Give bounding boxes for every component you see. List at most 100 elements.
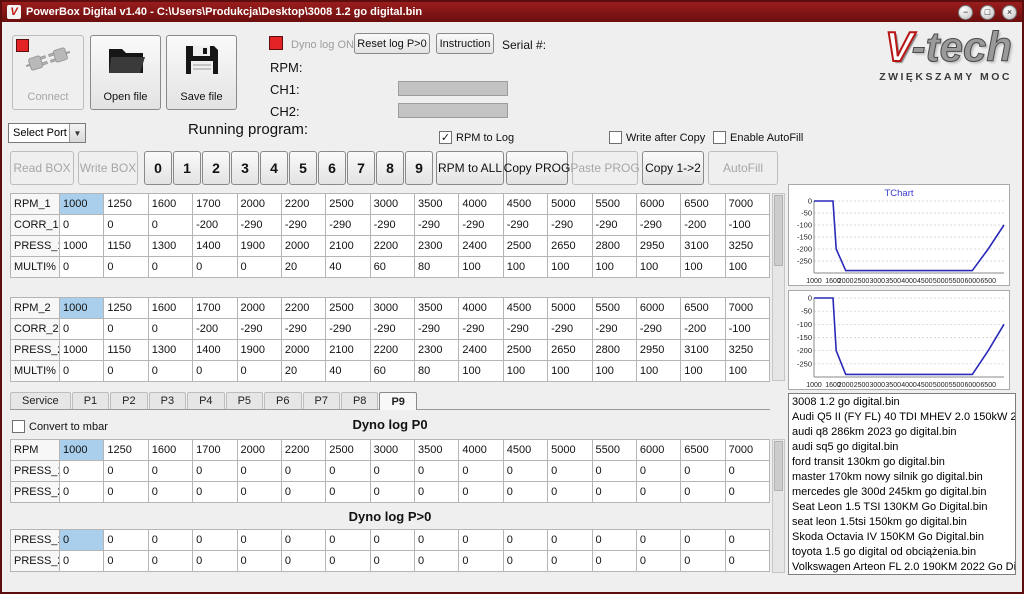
digit-9-button[interactable]: 9 [405, 151, 433, 185]
table-cell[interactable]: 0 [104, 461, 148, 482]
table-cell[interactable]: 0 [636, 461, 680, 482]
table-cell[interactable]: 2000 [281, 236, 325, 257]
digit-1-button[interactable]: 1 [173, 151, 201, 185]
table-cell[interactable]: 0 [148, 361, 192, 382]
table-cell[interactable]: 0 [60, 461, 104, 482]
table-cell[interactable]: 2800 [592, 236, 636, 257]
reset-log-button[interactable]: Reset log P>0 [354, 33, 430, 54]
table-cell[interactable]: 0 [592, 530, 636, 551]
table-cell[interactable]: 0 [415, 482, 459, 503]
table-cell[interactable]: 0 [370, 530, 414, 551]
tab-p3[interactable]: P3 [149, 392, 186, 409]
tables-scrollbar[interactable] [772, 193, 785, 381]
table-cell[interactable]: 0 [60, 551, 104, 572]
open-file-button[interactable]: Open file [90, 35, 161, 110]
table-cell[interactable]: 0 [193, 530, 237, 551]
table-cell[interactable]: 2000 [237, 194, 281, 215]
table-cell[interactable]: 2500 [326, 298, 370, 319]
table-cell[interactable]: 2800 [592, 340, 636, 361]
table-cell[interactable]: 4500 [503, 440, 547, 461]
table-cell[interactable]: 0 [725, 461, 769, 482]
table-cell[interactable]: 0 [503, 551, 547, 572]
table-cell[interactable]: 0 [104, 482, 148, 503]
table-cell[interactable]: 100 [548, 257, 592, 278]
table-cell[interactable]: 7000 [725, 298, 769, 319]
copy-1-to-2-button[interactable]: Copy 1->2 [642, 151, 704, 185]
table-cell[interactable]: 0 [237, 482, 281, 503]
file-list-item[interactable]: toyota 1.5 go digital od obciążenia.bin [789, 545, 1015, 560]
tab-p7[interactable]: P7 [303, 392, 340, 409]
table-cell[interactable]: 6500 [681, 298, 725, 319]
table-cell[interactable]: -290 [636, 319, 680, 340]
file-list-item[interactable]: Seat Leon 1.5 TSI 130KM Go Digital.bin [789, 500, 1015, 515]
table-cell[interactable]: 1250 [104, 298, 148, 319]
table-cell[interactable]: -290 [459, 215, 503, 236]
table-cell[interactable]: 0 [725, 530, 769, 551]
table-cell[interactable]: 3000 [370, 298, 414, 319]
table-cell[interactable]: 0 [104, 551, 148, 572]
table-cell[interactable]: 1700 [193, 440, 237, 461]
table-cell[interactable]: 0 [104, 530, 148, 551]
table-cell[interactable]: 0 [193, 551, 237, 572]
table-cell[interactable]: 2500 [503, 236, 547, 257]
table-cell[interactable]: 2650 [548, 340, 592, 361]
table-cell[interactable]: 3500 [415, 194, 459, 215]
table-cell[interactable]: 60 [370, 257, 414, 278]
table-cell[interactable]: 2300 [415, 340, 459, 361]
tab-p1[interactable]: P1 [72, 392, 109, 409]
table-cell[interactable]: 0 [415, 530, 459, 551]
table-cell[interactable]: 1300 [148, 236, 192, 257]
table-cell[interactable]: -100 [725, 215, 769, 236]
table-cell[interactable]: 0 [148, 319, 192, 340]
save-file-button[interactable]: Save file [166, 35, 237, 110]
table-cell[interactable]: -290 [503, 319, 547, 340]
table-cell[interactable]: 0 [281, 482, 325, 503]
tab-p9[interactable]: P9 [379, 392, 416, 410]
table-cell[interactable]: 0 [725, 482, 769, 503]
table-cell[interactable]: 0 [104, 257, 148, 278]
file-list-item[interactable]: master 170km nowy silnik go digital.bin [789, 470, 1015, 485]
table-cell[interactable]: 4500 [503, 194, 547, 215]
table-cell[interactable]: 100 [725, 257, 769, 278]
table-cell[interactable]: 3500 [415, 440, 459, 461]
file-list-item[interactable]: Volkswagen Arteon FL 2.0 190KM 2022 Go D… [789, 560, 1015, 575]
table-cell[interactable]: 0 [503, 530, 547, 551]
table-cell[interactable]: 0 [104, 319, 148, 340]
file-list-item[interactable]: 3008 1.2 go digital.bin [789, 395, 1015, 410]
table-cell[interactable]: 2950 [636, 236, 680, 257]
table-cell[interactable]: 0 [193, 482, 237, 503]
table-cell[interactable]: 0 [148, 551, 192, 572]
table-cell[interactable]: -290 [326, 215, 370, 236]
write-after-copy-checkbox[interactable]: Write after Copy [609, 131, 705, 144]
table-cell[interactable]: 1000 [60, 236, 104, 257]
table-cell[interactable]: 100 [459, 361, 503, 382]
table-cell[interactable]: 5000 [548, 440, 592, 461]
table-cell[interactable]: -290 [592, 215, 636, 236]
table-cell[interactable]: 100 [592, 361, 636, 382]
table-cell[interactable]: 2200 [370, 340, 414, 361]
digit-4-button[interactable]: 4 [260, 151, 288, 185]
table-cell[interactable]: 1150 [104, 340, 148, 361]
table-cell[interactable]: 1000 [60, 440, 104, 461]
table-cell[interactable]: 3500 [415, 298, 459, 319]
table-cell[interactable]: 100 [548, 361, 592, 382]
table-cell[interactable]: 0 [193, 361, 237, 382]
instruction-button[interactable]: Instruction [436, 33, 494, 54]
table-cell[interactable]: 0 [60, 319, 104, 340]
table-cell[interactable]: -290 [548, 215, 592, 236]
file-list-item[interactable]: audi sq5 go digital.bin [789, 440, 1015, 455]
table-cell[interactable]: -200 [193, 215, 237, 236]
table-cell[interactable]: 2400 [459, 340, 503, 361]
table-cell[interactable]: 0 [370, 482, 414, 503]
table-cell[interactable]: -290 [415, 319, 459, 340]
table-cell[interactable]: 7000 [725, 440, 769, 461]
table-cell[interactable]: 1150 [104, 236, 148, 257]
table-cell[interactable]: 1700 [193, 194, 237, 215]
table-cell[interactable]: 0 [326, 530, 370, 551]
table-cell[interactable]: 0 [636, 530, 680, 551]
table-cell[interactable]: 3250 [725, 236, 769, 257]
digit-8-button[interactable]: 8 [376, 151, 404, 185]
table-cell[interactable]: 0 [281, 461, 325, 482]
table-cell[interactable]: 3100 [681, 340, 725, 361]
file-list-item[interactable]: Audi Q5 II (FY FL) 40 TDI MHEV 2.0 150kW… [789, 410, 1015, 425]
